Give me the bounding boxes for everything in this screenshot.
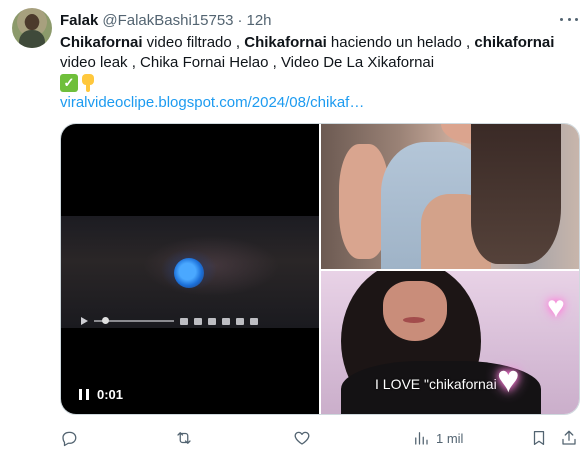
- separator-dot: ·: [237, 11, 243, 29]
- check-mark-emoji-icon: ✓: [60, 74, 78, 92]
- emoji-row: ✓: [60, 73, 96, 93]
- tweet-text: Chikafornai video filtrado , Chikafornai…: [60, 33, 580, 73]
- more-options-icon[interactable]: [560, 12, 578, 26]
- hashtag-term: Chikafornai: [60, 34, 143, 51]
- bookmark-icon: [533, 430, 545, 446]
- media-grid: 0:01 ♥ I LOVE "chikafornai ♥: [60, 123, 580, 415]
- avatar[interactable]: [12, 8, 52, 48]
- tweet-link[interactable]: viralvideoclipe.blogspot.com/2024/08/chi…: [60, 93, 364, 113]
- heart-icon: ♥: [547, 291, 565, 324]
- author-handle[interactable]: @FalakBashi15753: [102, 12, 233, 29]
- views-bar-chart-icon: [415, 432, 428, 445]
- video-status: 0:01: [79, 386, 123, 402]
- video-time: 0:01: [97, 386, 124, 402]
- reply-button[interactable]: [60, 427, 78, 449]
- blue-light: [174, 258, 204, 288]
- hashtag-term: Chikafornai: [244, 34, 327, 51]
- share-icon: [562, 430, 576, 445]
- bookmark-button[interactable]: [530, 427, 548, 449]
- text-segment: video leak , Chika Fornai Helao , Video …: [60, 54, 435, 71]
- text-segment: video filtrado ,: [142, 34, 245, 51]
- share-button[interactable]: [560, 427, 578, 449]
- photo-caption: I LOVE "chikafornai: [375, 376, 497, 392]
- reply-icon: [62, 431, 77, 447]
- embedded-player-controls: [81, 316, 301, 326]
- repost-icon: [177, 432, 191, 444]
- heart-like-icon: [294, 431, 310, 445]
- heart-icon: ♥: [497, 359, 520, 401]
- tweet-header: Falak @FalakBashi15753 · 12h: [60, 10, 272, 30]
- text-segment: haciendo un helado ,: [326, 34, 475, 51]
- views-button[interactable]: 1 mil: [412, 427, 463, 449]
- views-count: 1 mil: [436, 430, 464, 446]
- photo-top-right[interactable]: [321, 124, 579, 269]
- photo-bottom-right[interactable]: ♥ I LOVE "chikafornai ♥: [321, 271, 579, 414]
- action-bar: 1 mil: [60, 427, 580, 449]
- pointing-down-emoji-icon: [80, 74, 96, 92]
- video-frame: [61, 216, 319, 328]
- author-name[interactable]: Falak: [60, 12, 98, 29]
- repost-button[interactable]: [175, 427, 193, 449]
- hashtag-term: chikafornai: [474, 34, 555, 51]
- pause-icon[interactable]: [79, 388, 89, 400]
- tweet[interactable]: Falak @FalakBashi15753 · 12h Chikafornai…: [0, 0, 588, 468]
- tweet-timestamp[interactable]: 12h: [247, 12, 272, 29]
- like-button[interactable]: [293, 427, 311, 449]
- video-player[interactable]: 0:01: [61, 124, 319, 414]
